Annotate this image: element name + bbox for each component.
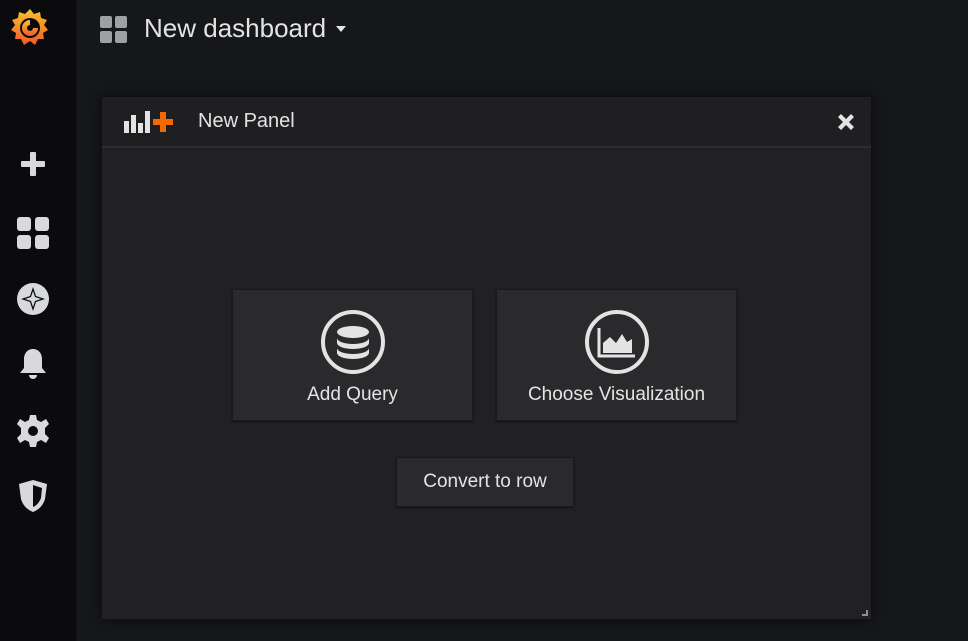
dashboard-title: New dashboard (144, 13, 327, 43)
close-icon[interactable] (835, 111, 857, 133)
resize-handle[interactable] (862, 610, 868, 616)
database-icon (320, 309, 386, 375)
main-area: New dashboard New Panel Add Query Choose… (77, 0, 968, 641)
add-panel-icon (122, 109, 174, 135)
bell-icon[interactable] (14, 345, 52, 383)
choose-visualization-button[interactable]: Choose Visualization (496, 289, 737, 421)
grid-icon[interactable] (14, 214, 52, 252)
dashboard-title-dropdown[interactable]: New dashboard (144, 13, 347, 44)
convert-to-row-button[interactable]: Convert to row (396, 457, 574, 507)
dashboard-grid-icon (99, 15, 129, 45)
panel-title: New Panel (198, 110, 295, 132)
gear-icon[interactable] (14, 412, 52, 450)
area-chart-icon (584, 309, 650, 375)
new-panel: New Panel Add Query Choose Visualization… (102, 97, 871, 619)
sidebar (0, 0, 77, 641)
dashboard-navbar: New dashboard (77, 0, 968, 60)
choose-visualization-label: Choose Visualization (527, 384, 706, 405)
grafana-logo-icon[interactable] (7, 5, 53, 53)
compass-icon[interactable] (14, 280, 52, 318)
add-query-label: Add Query (307, 384, 398, 405)
caret-down-icon (336, 26, 347, 33)
plus-icon[interactable] (14, 145, 52, 183)
shield-icon[interactable] (14, 477, 52, 515)
add-query-button[interactable]: Add Query (232, 289, 473, 421)
panel-header: New Panel (102, 97, 871, 148)
